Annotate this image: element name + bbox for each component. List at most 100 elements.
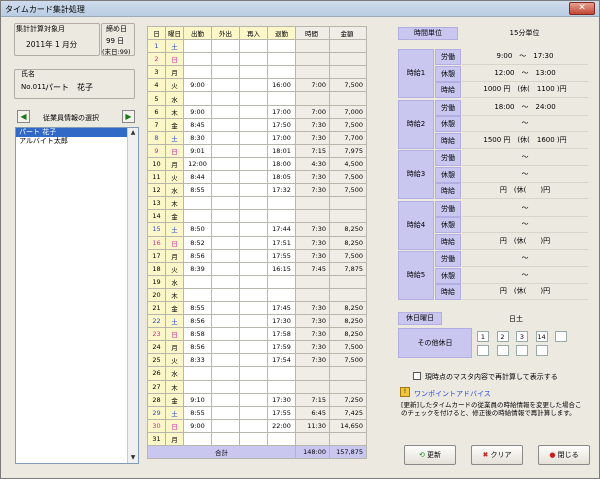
out-cell[interactable]: [211, 300, 240, 316]
leave-cell[interactable]: 17:58: [267, 327, 296, 342]
recalc-checkbox[interactable]: [413, 372, 421, 380]
reenter-cell[interactable]: [239, 91, 268, 106]
reenter-cell[interactable]: [239, 353, 268, 368]
in-cell[interactable]: 9:00: [183, 78, 212, 93]
in-cell[interactable]: [183, 379, 212, 394]
reenter-cell[interactable]: [239, 327, 268, 342]
reenter-cell[interactable]: [239, 314, 268, 329]
leave-cell[interactable]: [267, 287, 296, 302]
close-button[interactable]: ● 閉じる: [538, 445, 590, 465]
in-cell[interactable]: 8:56: [183, 248, 212, 263]
reenter-cell[interactable]: [239, 340, 268, 355]
in-cell[interactable]: 8:33: [183, 353, 212, 368]
out-cell[interactable]: [211, 366, 240, 381]
reenter-cell[interactable]: [239, 405, 268, 420]
in-cell[interactable]: 9:01: [183, 143, 212, 158]
out-cell[interactable]: [211, 183, 240, 198]
next-employee-button[interactable]: ▶: [122, 110, 135, 123]
reenter-cell[interactable]: [239, 287, 268, 302]
list-scrollbar[interactable]: ▲ ▼: [127, 128, 138, 463]
leave-cell[interactable]: 22:00: [267, 418, 296, 433]
out-cell[interactable]: [211, 327, 240, 342]
other-holiday-input[interactable]: [516, 345, 528, 356]
out-cell[interactable]: [211, 156, 240, 172]
wage-row-value[interactable]: ～: [462, 116, 588, 132]
in-cell[interactable]: [183, 287, 212, 302]
in-cell[interactable]: [183, 209, 212, 224]
out-cell[interactable]: [211, 209, 240, 224]
out-cell[interactable]: [211, 65, 240, 80]
leave-cell[interactable]: [267, 209, 296, 224]
leave-cell[interactable]: 17:59: [267, 340, 296, 355]
in-cell[interactable]: 8:55: [183, 300, 212, 316]
in-cell[interactable]: 8:50: [183, 222, 212, 237]
out-cell[interactable]: [211, 143, 240, 158]
leave-cell[interactable]: 17:51: [267, 235, 296, 250]
leave-cell[interactable]: 17:55: [267, 248, 296, 263]
prev-employee-button[interactable]: ◀: [17, 110, 30, 123]
out-cell[interactable]: [211, 314, 240, 329]
clear-button[interactable]: ✖ クリア: [471, 445, 523, 465]
out-cell[interactable]: [211, 392, 240, 407]
reenter-cell[interactable]: [239, 65, 268, 80]
out-cell[interactable]: [211, 340, 240, 355]
other-holiday-input[interactable]: 14: [535, 331, 548, 342]
reenter-cell[interactable]: [239, 143, 268, 158]
wage-row-value[interactable]: 円 (休( )円: [462, 234, 588, 250]
list-item[interactable]: アルバイト太郎: [16, 137, 138, 146]
leave-cell[interactable]: 16:00: [267, 78, 296, 93]
leave-cell[interactable]: 17:44: [267, 222, 296, 237]
out-cell[interactable]: [211, 91, 240, 106]
in-cell[interactable]: 8:52: [183, 235, 212, 250]
leave-cell[interactable]: 18:05: [267, 170, 296, 185]
leave-cell[interactable]: 17:00: [267, 104, 296, 119]
in-cell[interactable]: 12:00: [183, 156, 212, 172]
out-cell[interactable]: [211, 261, 240, 276]
other-holiday-input[interactable]: 2: [496, 331, 509, 342]
in-cell[interactable]: 8:56: [183, 340, 212, 355]
reenter-cell[interactable]: [239, 379, 268, 394]
leave-cell[interactable]: 17:50: [267, 117, 296, 132]
in-cell[interactable]: [183, 366, 212, 381]
out-cell[interactable]: [211, 235, 240, 250]
reenter-cell[interactable]: [239, 261, 268, 276]
in-cell[interactable]: [183, 431, 212, 447]
other-holiday-input[interactable]: [555, 331, 567, 342]
reenter-cell[interactable]: [239, 39, 268, 54]
in-cell[interactable]: 9:00: [183, 104, 212, 119]
in-cell[interactable]: 8:55: [183, 405, 212, 420]
out-cell[interactable]: [211, 274, 240, 289]
employee-list[interactable]: パート 花子 アルバイト太郎 ▲ ▼: [15, 127, 139, 464]
leave-cell[interactable]: [267, 91, 296, 106]
leave-cell[interactable]: 17:45: [267, 300, 296, 316]
wage-row-value[interactable]: 円 (休( )円: [462, 183, 588, 199]
out-cell[interactable]: [211, 418, 240, 433]
other-holiday-input[interactable]: [535, 345, 548, 356]
in-cell[interactable]: 8:55: [183, 183, 212, 198]
wage-row-value[interactable]: 円 (休( )円: [462, 284, 588, 300]
leave-cell[interactable]: [267, 366, 296, 381]
update-button[interactable]: ⟲ 更新: [404, 445, 456, 465]
reenter-cell[interactable]: [239, 117, 268, 132]
reenter-cell[interactable]: [239, 209, 268, 224]
wage-row-value[interactable]: 18:00 ～ 24:00: [462, 100, 588, 116]
window-close-button[interactable]: ✕: [569, 2, 595, 15]
leave-cell[interactable]: [267, 379, 296, 394]
other-holiday-input[interactable]: [477, 345, 489, 356]
out-cell[interactable]: [211, 287, 240, 302]
out-cell[interactable]: [211, 170, 240, 185]
in-cell[interactable]: 8:30: [183, 130, 212, 145]
wage-row-value[interactable]: ～: [462, 150, 588, 166]
in-cell[interactable]: [183, 274, 212, 289]
wage-row-value[interactable]: ～: [462, 268, 588, 284]
reenter-cell[interactable]: [239, 235, 268, 250]
reenter-cell[interactable]: [239, 274, 268, 289]
in-cell[interactable]: 8:58: [183, 327, 212, 342]
out-cell[interactable]: [211, 52, 240, 67]
reenter-cell[interactable]: [239, 248, 268, 263]
in-cell[interactable]: 8:44: [183, 170, 212, 185]
reenter-cell[interactable]: [239, 222, 268, 237]
out-cell[interactable]: [211, 379, 240, 394]
in-cell[interactable]: 9:00: [183, 418, 212, 433]
in-cell[interactable]: [183, 91, 212, 106]
